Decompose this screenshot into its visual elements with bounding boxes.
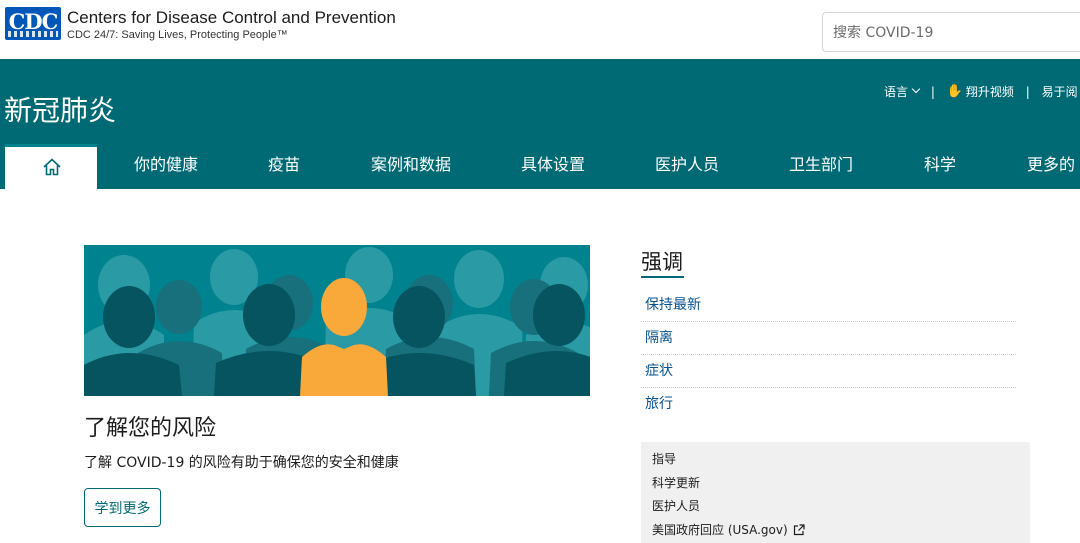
home-icon [43,158,61,176]
usa-gov-label: 美国政府回应 (USA.gov) [652,522,788,537]
divider: | [930,84,935,99]
site-header: 新冠肺炎 语言 | ✋ 翔升视频 | 易于阅 [0,59,1080,141]
nav-specific-settings[interactable]: 具体设置 [521,141,585,189]
main-nav: 你的健康 疫苗 案例和数据 具体设置 医护人员 卫生部门 科学 更多的 [0,141,1080,189]
nav-your-health[interactable]: 你的健康 [134,141,198,189]
feature-title[interactable]: 了解您的风险 [84,410,216,442]
easy-read-link[interactable]: 易于阅 [1042,83,1078,100]
guide-link-healthcare-workers[interactable]: 医护人员 [652,497,1030,521]
language-label: 语言 [884,85,909,99]
highlight-link-symptoms[interactable]: 症状 [641,355,1016,388]
nav-healthcare-workers[interactable]: 医护人员 [655,141,719,189]
org-name[interactable]: Centers for Disease Control and Preventi… [67,8,396,28]
highlights-underline [641,276,684,278]
org-tagline: CDC 24/7: Saving Lives, Protecting Peopl… [67,29,288,41]
hero-illustration[interactable] [84,245,590,396]
logo-stripe [8,31,58,37]
divider: | [1025,84,1030,99]
learn-more-button[interactable]: 学到更多 [84,488,161,527]
guidance-panel: 指导 科学更新 医护人员 美国政府回应 (USA.gov) [641,442,1030,543]
nav-home-tab[interactable] [5,144,97,189]
guide-link-science-updates[interactable]: 科学更新 [652,474,1030,498]
asl-videos-link[interactable]: ✋ 翔升视频 [947,83,1014,100]
highlights-heading: 强调 [641,250,683,274]
asl-label: 翔升视频 [965,85,1014,99]
crowd-silhouette-image [84,245,590,396]
external-link-icon [793,524,805,536]
guide-link-guidance[interactable]: 指导 [652,450,1030,474]
nav-science[interactable]: 科学 [924,141,956,189]
highlight-link-isolation[interactable]: 隔离 [641,322,1016,355]
highlight-link-stay-up-to-date[interactable]: 保持最新 [641,289,1016,322]
language-selector[interactable]: 语言 [884,83,921,100]
nav-more[interactable]: 更多的 [1027,141,1075,189]
guide-link-usa-gov[interactable]: 美国政府回应 (USA.gov) [652,521,1030,543]
highlight-link-travel[interactable]: 旅行 [641,388,1016,421]
top-header: CDC Centers for Disease Control and Prev… [0,0,1080,60]
cdc-logo[interactable]: CDC [5,7,61,40]
nav-vaccines[interactable]: 疫苗 [268,141,300,189]
utility-links: 语言 | ✋ 翔升视频 | 易于阅 [884,83,1078,101]
search-box[interactable] [822,12,1080,52]
nav-cases-data[interactable]: 案例和数据 [371,141,451,189]
site-title[interactable]: 新冠肺炎 [4,89,116,129]
sign-language-icon: ✋ [946,84,963,99]
feature-description: 了解 COVID-19 的风险有助于确保您的安全和健康 [84,455,399,471]
search-input[interactable] [833,22,1073,44]
chevron-down-icon [911,84,921,94]
nav-health-departments[interactable]: 卫生部门 [789,141,853,189]
highlights-list: 保持最新 隔离 症状 旅行 [641,289,1016,421]
